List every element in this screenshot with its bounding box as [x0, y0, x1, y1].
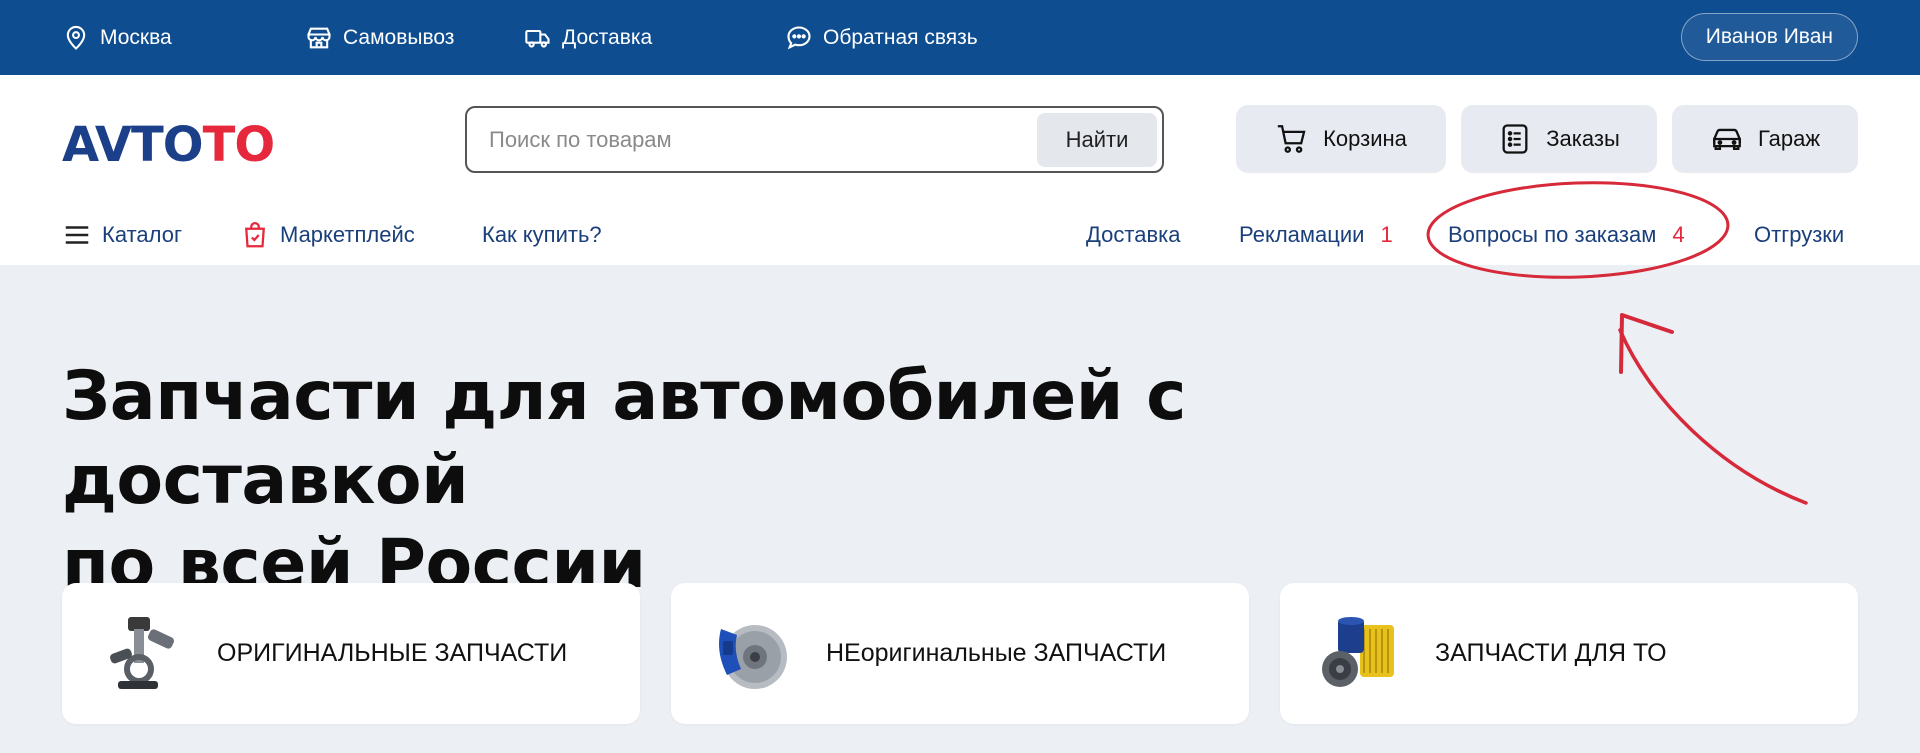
category-card-non-original[interactable]: НЕоригинальные ЗАПЧАСТИ [671, 583, 1249, 724]
engine-parts-icon [110, 617, 175, 689]
cart-button[interactable]: Корзина [1236, 105, 1446, 173]
oil-filters-icon [1322, 617, 1394, 687]
claims-link[interactable]: Рекламации 1 [1239, 215, 1393, 255]
pickup-label: Самовывоз [343, 25, 455, 49]
category-card-label: ОРИГИНАЛЬНЫЕ ЗАПЧАСТИ [217, 639, 568, 667]
page-title-line-1: Запчасти для автомобилей с доставкой [62, 357, 1186, 520]
category-card-maintenance[interactable]: ЗАПЧАСТИ ДЛЯ ТО [1280, 583, 1858, 724]
logo-text-accent: TO [202, 117, 276, 173]
shipments-link[interactable]: Отгрузки [1754, 215, 1844, 255]
garage-label: Гараж [1757, 126, 1821, 151]
search-button[interactable]: Найти [1037, 112, 1157, 167]
shopping-bag-icon [245, 222, 265, 248]
cart-icon [1277, 125, 1306, 153]
orders-label: Заказы [1546, 126, 1620, 151]
list-icon [1502, 124, 1528, 154]
hamburger-menu-icon [65, 226, 89, 244]
nav-delivery-label: Доставка [1086, 222, 1181, 247]
order-questions-label: Вопросы по заказам [1448, 222, 1657, 247]
category-card-label: ЗАПЧАСТИ ДЛЯ ТО [1435, 639, 1667, 667]
cart-label: Корзина [1323, 126, 1407, 151]
location-pin-icon [66, 25, 86, 50]
claims-count-badge: 1 [1380, 222, 1393, 247]
delivery-link[interactable]: Доставка [524, 0, 652, 75]
catalog-label: Каталог [102, 222, 182, 247]
chat-bubble-icon [787, 25, 811, 49]
city-selector[interactable]: Москва [62, 0, 172, 75]
top-bar: Москва Самовывоз Доставка Обратная связь… [0, 0, 1920, 75]
feedback-label: Обратная связь [823, 25, 978, 49]
marketplace-link[interactable]: Маркетплейс [240, 215, 415, 255]
claims-label: Рекламации [1239, 222, 1365, 247]
delivery-label: Доставка [562, 25, 653, 49]
search-bar: Найти [465, 106, 1164, 173]
category-card-original[interactable]: ОРИГИНАЛЬНЫЕ ЗАПЧАСТИ [62, 583, 640, 724]
nav-delivery-link[interactable]: Доставка [1086, 215, 1180, 255]
category-card-label: НЕоригинальные ЗАПЧАСТИ [826, 639, 1167, 667]
page-title: Запчасти для автомобилей с доставкой по … [62, 355, 1562, 607]
store-icon [307, 27, 331, 48]
catalog-menu[interactable]: Каталог [62, 215, 182, 255]
how-to-buy-label: Как купить? [482, 222, 602, 247]
user-account-button[interactable]: Иванов Иван [1680, 13, 1858, 61]
order-questions-link[interactable]: Вопросы по заказам 4 [1448, 215, 1685, 255]
marketplace-label: Маркетплейс [280, 222, 415, 247]
logo-text-primary: AVTO [62, 117, 204, 173]
search-input[interactable] [467, 108, 1037, 171]
brake-disc-icon [719, 625, 787, 689]
orders-button[interactable]: Заказы [1461, 105, 1657, 173]
garage-button[interactable]: Гараж [1672, 105, 1858, 173]
city-label: Москва [100, 25, 172, 49]
site-logo[interactable]: AVTO TO [62, 115, 276, 175]
how-to-buy-link[interactable]: Как купить? [482, 215, 602, 255]
feedback-link[interactable]: Обратная связь [785, 0, 978, 75]
order-questions-count-badge: 4 [1672, 222, 1685, 247]
shipments-label: Отгрузки [1754, 222, 1845, 247]
pickup-link[interactable]: Самовывоз [305, 0, 454, 75]
car-icon [1713, 128, 1741, 151]
header: AVTOTO Найти Корзина Заказы Гараж Катало… [0, 75, 1920, 265]
truck-icon [525, 29, 550, 48]
